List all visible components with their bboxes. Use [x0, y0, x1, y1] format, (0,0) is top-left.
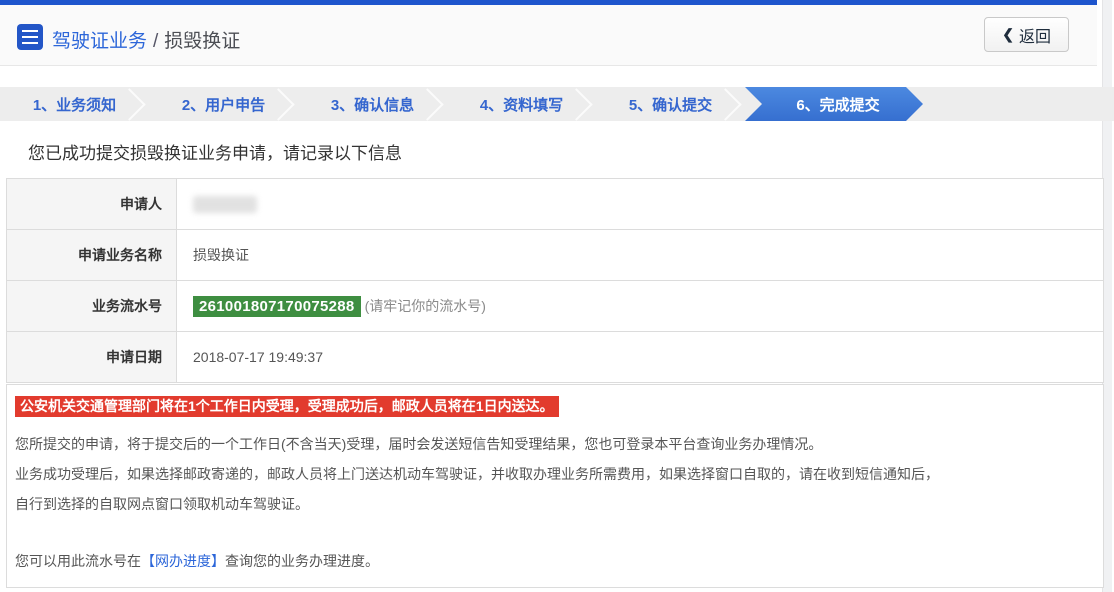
step-1-business-notice: 1、业务须知 [0, 87, 149, 121]
breadcrumb: 驾驶证业务/损毁换证 [52, 26, 240, 53]
page: 驾驶证业务/损毁换证 ❮ 返回 1、业务须知 2、用户申告 3、确认信息 4、资… [0, 0, 1114, 592]
back-button[interactable]: ❮ 返回 [984, 17, 1069, 52]
business-name-label: 申请业务名称 [7, 230, 177, 280]
list-icon [17, 24, 43, 50]
applicant-value [177, 179, 1103, 229]
step-4-fill-materials: 4、资料填写 [447, 87, 596, 121]
breadcrumb-business-category[interactable]: 驾驶证业务 [52, 31, 147, 52]
notice-footer: 您可以用此流水号在【网办进度】查询您的业务办理进度。 [15, 551, 1095, 571]
masked-applicant-name [193, 196, 257, 213]
notice-paragraph-2: 业务成功受理后，如果选择邮政寄递的，邮政人员将上门送达机动车驾驶证，并收取办理业… [15, 459, 1095, 489]
table-row-serial-number: 业务流水号 261001807170075288 (请牢记你的流水号) [7, 281, 1103, 332]
success-message: 您已成功提交损毁换证业务申请，请记录以下信息 [28, 139, 402, 164]
notice-paragraph-3: 自行到选择的自取网点窗口领取机动车驾驶证。 [15, 489, 1095, 519]
processing-alert-banner: 公安机关交通管理部门将在1个工作日内受理，受理成功后，邮政人员将在1日内送达。 [15, 396, 559, 417]
header: 驾驶证业务/损毁换证 ❮ 返回 [0, 5, 1097, 66]
application-info-table: 申请人 申请业务名称 损毁换证 业务流水号 261001807170075288… [6, 178, 1104, 383]
serial-number-note: (请牢记你的流水号) [365, 296, 486, 316]
step-wizard: 1、业务须知 2、用户申告 3、确认信息 4、资料填写 5、确认提交 6、完成提… [0, 87, 1114, 121]
table-row-business-name: 申请业务名称 损毁换证 [7, 230, 1103, 281]
back-button-label: 返回 [1019, 23, 1051, 47]
serial-number-label: 业务流水号 [7, 281, 177, 331]
application-date-label: 申请日期 [7, 332, 177, 382]
footer-text-suffix: 查询您的业务办理进度。 [225, 553, 379, 569]
business-name-value: 损毁换证 [177, 230, 1103, 280]
step-5-confirm-submit: 5、确认提交 [596, 87, 745, 121]
applicant-label: 申请人 [7, 179, 177, 229]
breadcrumb-current-page: 损毁换证 [164, 31, 240, 52]
notice-paragraph-1: 您所提交的申请，将于提交后的一个工作日(不含当天)受理，届时会发送短信告知受理结… [15, 429, 1095, 459]
table-row-applicant: 申请人 [7, 179, 1103, 230]
notice-paragraphs: 您所提交的申请，将于提交后的一个工作日(不含当天)受理，届时会发送短信告知受理结… [15, 429, 1095, 519]
application-date-value: 2018-07-17 19:49:37 [177, 332, 1103, 382]
online-progress-link[interactable]: 【网办进度】 [141, 553, 225, 569]
step-6-complete-submit-active: 6、完成提交 [745, 87, 923, 121]
footer-text-prefix: 您可以用此流水号在 [15, 553, 141, 569]
breadcrumb-separator: / [147, 31, 164, 52]
serial-number-value: 261001807170075288 (请牢记你的流水号) [177, 281, 1103, 331]
step-bar-filler [923, 87, 1114, 121]
step-2-user-declaration: 2、用户申告 [149, 87, 298, 121]
table-row-application-date: 申请日期 2018-07-17 19:49:37 [7, 332, 1103, 383]
notice-box: 公安机关交通管理部门将在1个工作日内受理，受理成功后，邮政人员将在1日内送达。 … [6, 384, 1104, 588]
serial-number-badge: 261001807170075288 [193, 296, 361, 317]
back-chevron-icon: ❮ [1002, 26, 1014, 43]
step-3-confirm-info: 3、确认信息 [298, 87, 447, 121]
